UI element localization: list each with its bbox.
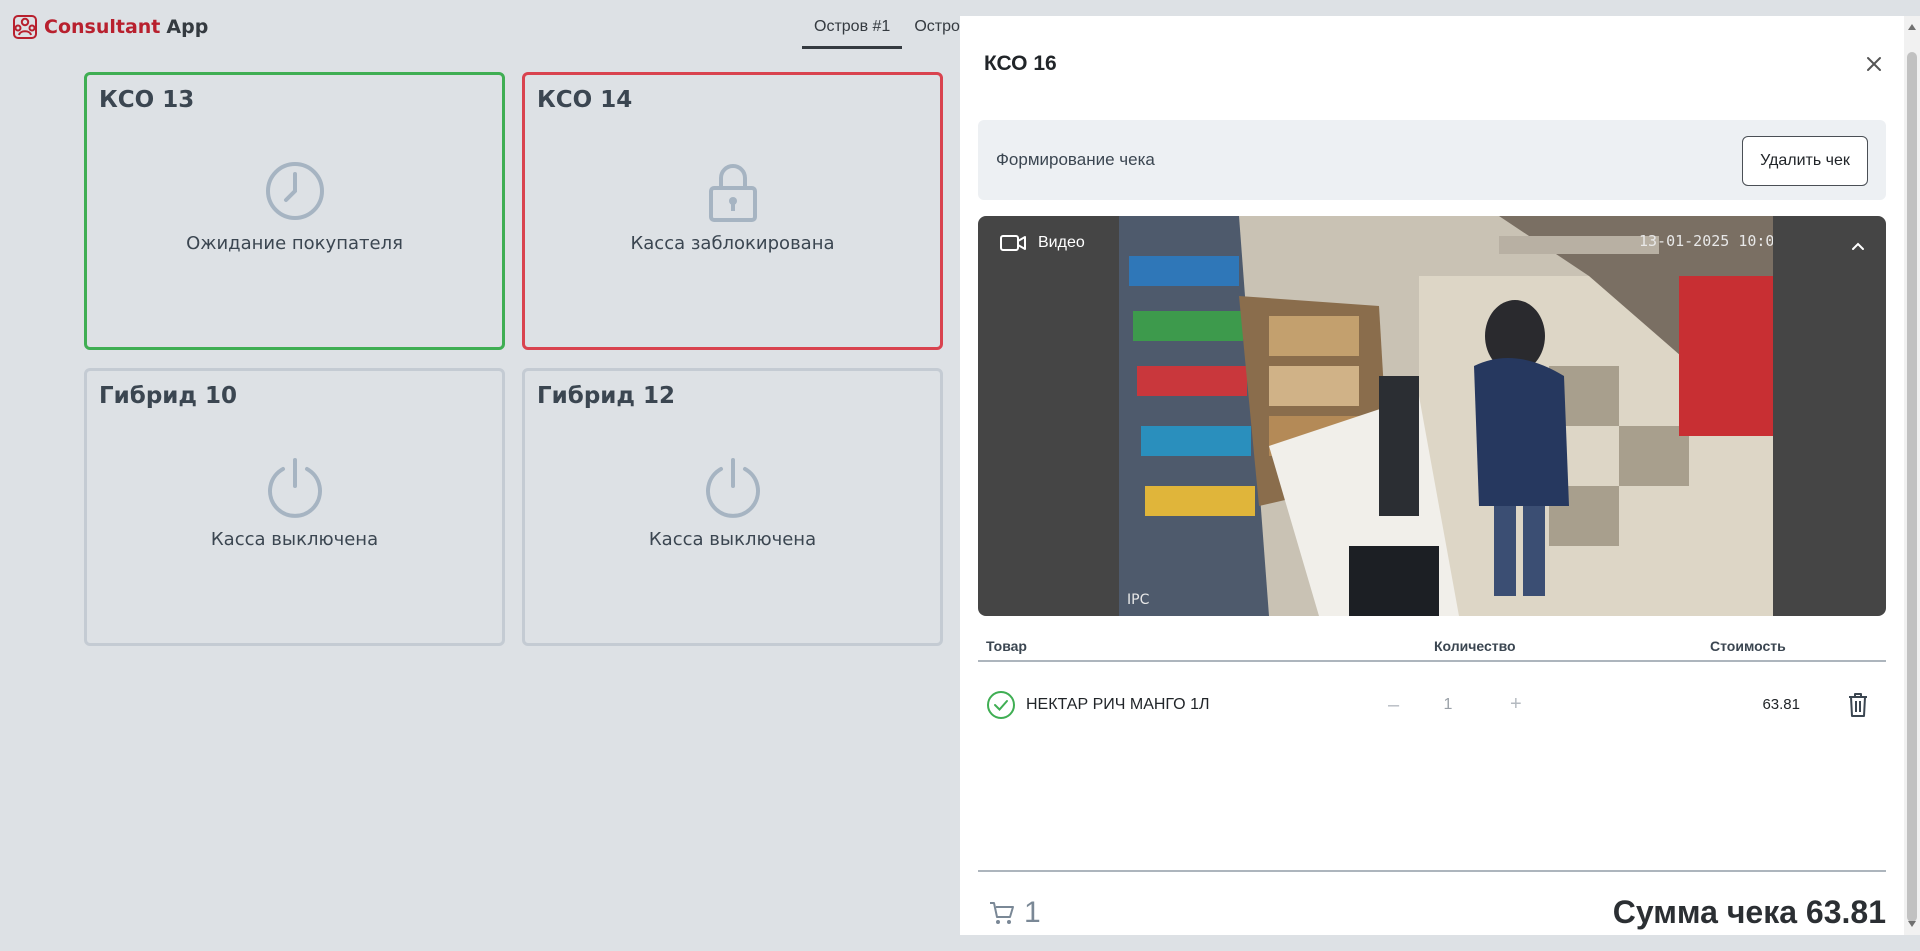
tab-island-1[interactable]: Остров #1: [802, 14, 903, 49]
cart-count: 1: [1024, 896, 1041, 929]
cart-summary: 1: [988, 896, 1041, 930]
register-tile-hybrid10[interactable]: Гибрид 10 Касса выключена: [84, 368, 505, 646]
quantity-value: 1: [1443, 696, 1453, 713]
decrease-quantity-button[interactable]: –: [1388, 694, 1399, 717]
check-total: Сумма чека 63.81: [1612, 894, 1886, 930]
app-name: App: [166, 16, 209, 38]
video-section: 13-01-2025 10:01 IPC Видео: [978, 216, 1886, 616]
product-name: НЕКТАР РИЧ МАНГО 1Л: [1026, 696, 1210, 713]
tile-title: Гибрид 10: [99, 383, 237, 409]
scroll-down-arrow[interactable]: [1908, 921, 1916, 927]
footer-divider: [978, 870, 1886, 872]
lock-icon: [708, 164, 757, 222]
product-price: 63.81: [1762, 696, 1800, 713]
delete-check-button[interactable]: Удалить чек: [1742, 136, 1868, 186]
clock-icon: [265, 162, 324, 220]
register-detail-panel: КСО 16 Формирование чека Удалить чек 13-…: [960, 16, 1904, 935]
scroll-up-arrow[interactable]: [1908, 24, 1916, 30]
cart-icon: [990, 902, 1014, 924]
tile-status: Ожидание покупателя: [186, 233, 403, 254]
items-table-header: Товар Количество Стоимость: [978, 636, 1886, 662]
table-row: НЕКТАР РИЧ МАНГО 1Л – 1 + 63.81: [978, 684, 1886, 726]
tile-status: Касса заблокирована: [630, 233, 835, 254]
check-status-text: Формирование чека: [996, 150, 1155, 169]
logo-icon: [13, 15, 37, 39]
panel-title: КСО 16: [984, 52, 1057, 75]
register-tile-kso13[interactable]: КСО 13 Ожидание покупателя: [84, 72, 505, 350]
app-brand: Consultant: [44, 16, 161, 38]
register-tile-kso14[interactable]: КСО 14 Касса заблокирована: [522, 72, 943, 350]
power-icon: [705, 458, 760, 518]
increase-quantity-button[interactable]: +: [1510, 693, 1522, 716]
trash-icon[interactable]: [1846, 691, 1870, 719]
app-logo[interactable]: Consultant App: [12, 14, 208, 40]
tile-status: Касса выключена: [648, 529, 817, 550]
register-tile-hybrid12[interactable]: Гибрид 12 Касса выключена: [522, 368, 943, 646]
power-icon: [267, 458, 322, 518]
island-tabs: Остров #1 Остро: [802, 14, 972, 49]
camera-feed: 13-01-2025 10:01 IPC: [1119, 216, 1773, 616]
panel-scrollbar[interactable]: [1904, 16, 1920, 935]
scroll-thumb[interactable]: [1907, 52, 1917, 922]
header-product: Товар: [986, 638, 1027, 654]
tile-status: Касса выключена: [210, 529, 379, 550]
video-camera-icon: [1000, 235, 1026, 251]
header-quantity: Количество: [1434, 638, 1516, 654]
video-timestamp: 13-01-2025 10:01: [1639, 232, 1773, 250]
video-label: Видео: [1038, 234, 1085, 251]
tile-title: КСО 14: [537, 87, 633, 113]
check-status-bar: Формирование чека Удалить чек: [978, 120, 1886, 200]
tile-title: Гибрид 12: [537, 383, 675, 409]
check-circle-icon: [987, 691, 1015, 719]
close-icon[interactable]: [1862, 52, 1886, 76]
tile-title: КСО 13: [99, 87, 195, 113]
header-price: Стоимость: [1710, 638, 1786, 654]
video-watermark: IPC: [1127, 592, 1150, 608]
video-header: Видео: [1000, 234, 1085, 252]
chevron-up-icon[interactable]: [1848, 236, 1868, 256]
